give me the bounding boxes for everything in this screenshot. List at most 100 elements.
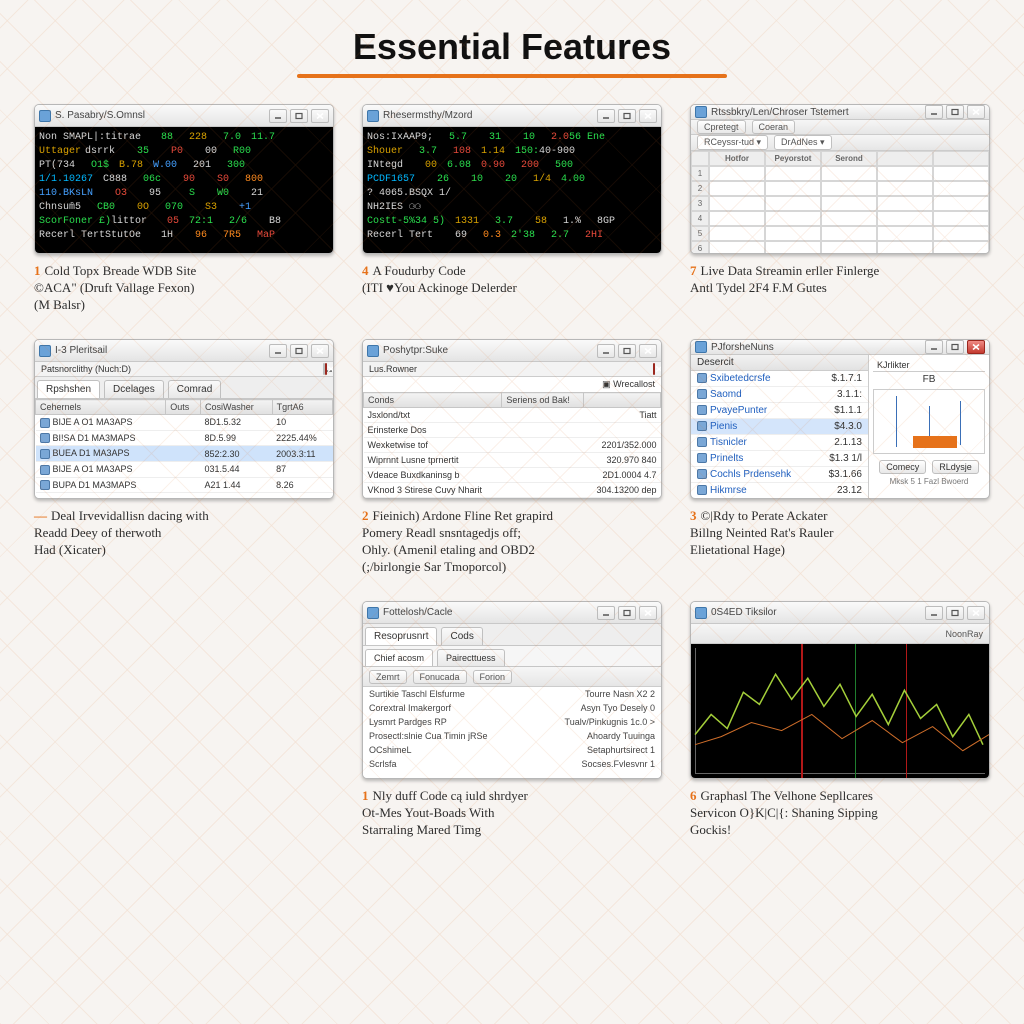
sheet-cell[interactable] [765, 241, 821, 254]
form-value[interactable]: Socses.Fvlesvnr 1 [581, 759, 655, 769]
form-value[interactable]: Asyn Tyo Desely 0 [581, 703, 655, 713]
list-item[interactable]: Pienis$4.3.0 [691, 419, 868, 435]
list-item[interactable]: PvayePunter$1.1.1 [691, 403, 868, 419]
table-header[interactable]: Outs [166, 400, 201, 415]
sheet-cell[interactable] [877, 166, 933, 181]
inner-tab[interactable]: Pairecttuess [437, 649, 505, 666]
sheet-cell[interactable] [765, 211, 821, 226]
sheet-cell[interactable] [933, 241, 989, 254]
tab-rpshshen[interactable]: Rpshshen [37, 380, 100, 398]
list-item[interactable]: Tisnicler2.1.13 [691, 435, 868, 451]
panel-button[interactable]: RLdysje [932, 460, 979, 474]
sheet-cell[interactable] [709, 241, 765, 254]
sheet-cell[interactable] [877, 181, 933, 196]
sheet-cell[interactable] [765, 166, 821, 181]
table-row[interactable]: Vdeace Buxdkaninsg b2D1.0004 4.7 [364, 468, 661, 483]
tab-comrad[interactable]: Comrad [168, 380, 222, 398]
sheet-cell[interactable] [765, 181, 821, 196]
list-item[interactable]: Sxibetedcrsfe$.1.7.1 [691, 371, 868, 387]
tab[interactable]: Cods [441, 627, 482, 645]
toolbar-input[interactable]: RCeyssr-tud ▾ [697, 135, 768, 150]
sheet-cell[interactable] [877, 211, 933, 226]
sheet-cell[interactable] [709, 211, 765, 226]
sub-close[interactable] [325, 363, 327, 375]
sheet-cell[interactable] [933, 181, 989, 196]
table-header[interactable]: CosiWasher [201, 400, 273, 415]
sheet-cell[interactable] [933, 196, 989, 211]
table-row[interactable]: BIJE A O1 MA3APS8D1.5.3210 [36, 415, 333, 431]
sheet-cell[interactable] [709, 181, 765, 196]
list-item[interactable]: Hikmrse23.12 [691, 483, 868, 499]
close-button[interactable] [967, 606, 985, 620]
maximize-button[interactable] [946, 340, 964, 354]
sheet-cell[interactable] [709, 226, 765, 241]
table-row[interactable]: Wexketwise tof2201/352.000 [364, 438, 661, 453]
maximize-button[interactable] [618, 344, 636, 358]
close-button[interactable] [311, 109, 329, 123]
list-item[interactable]: Cochls Prdensehk$3.1.66 [691, 467, 868, 483]
sheet-cell[interactable] [821, 241, 877, 254]
minimize-button[interactable] [597, 109, 615, 123]
table-header[interactable]: TgrtA6 [272, 400, 332, 415]
sheet-cell[interactable] [821, 196, 877, 211]
table-row[interactable]: BI!SA D1 MA3MAPS8D.5.992225.44% [36, 430, 333, 446]
toolbar-button[interactable]: Coeran [752, 120, 796, 134]
sheet-cell[interactable] [821, 181, 877, 196]
maximize-button[interactable] [290, 109, 308, 123]
minimize-button[interactable] [269, 109, 287, 123]
sub-close[interactable] [653, 363, 655, 375]
maximize-button[interactable] [946, 606, 964, 620]
panel-button[interactable]: Comecy [879, 460, 926, 474]
minimize-button[interactable] [597, 344, 615, 358]
close-button[interactable] [967, 340, 985, 354]
table-row[interactable]: BIJE A O1 MA3APS031.5.4487 [36, 461, 333, 477]
form-value[interactable]: Ahoardy Tuuinga [587, 731, 655, 741]
sheet-cell[interactable] [821, 166, 877, 181]
close-button[interactable] [639, 606, 657, 620]
sheet-cell[interactable] [877, 196, 933, 211]
close-button[interactable] [967, 105, 985, 119]
table-row[interactable]: Erinsterke Dos [364, 423, 661, 438]
sheet-cell[interactable] [933, 211, 989, 226]
pill[interactable]: ▣ Wrecallost [363, 377, 661, 392]
table-header[interactable]: Seriens od Bak! [502, 393, 584, 408]
table-row[interactable]: Jsxlond/txtTiatt [364, 408, 661, 423]
sheet-cell[interactable] [765, 226, 821, 241]
sheet-cell[interactable] [933, 226, 989, 241]
inner-tab[interactable]: Chief acosm [365, 649, 433, 666]
table-header[interactable] [584, 393, 661, 408]
minimize-button[interactable] [269, 344, 287, 358]
toolbar-button[interactable]: Zemrt [369, 670, 407, 684]
plot-area[interactable] [691, 644, 989, 778]
table-row[interactable]: BUEA D1 MA3APS852:2.302003.3:11 [36, 446, 333, 462]
close-button[interactable] [311, 344, 329, 358]
form-value[interactable]: Tualv/Pinkugnis 1c.0 > [565, 717, 655, 727]
maximize-button[interactable] [618, 109, 636, 123]
maximize-button[interactable] [618, 606, 636, 620]
sheet-cell[interactable] [877, 241, 933, 254]
close-button[interactable] [639, 109, 657, 123]
table-row[interactable]: BUPA D1 MA3MAPSA21 1.448.26 [36, 477, 333, 493]
form-value[interactable]: Tourre Nasn X2 2 [585, 689, 655, 699]
minimize-button[interactable] [925, 606, 943, 620]
toolbar-input[interactable]: DrAdNes ▾ [774, 135, 832, 150]
list-item[interactable]: Prinelts$1.3 1/l [691, 451, 868, 467]
sheet-cell[interactable] [821, 211, 877, 226]
minimize-button[interactable] [597, 606, 615, 620]
sheet-cell[interactable] [709, 166, 765, 181]
toolbar-button[interactable]: Fonucada [413, 670, 467, 684]
tab[interactable]: Resoprusnrt [365, 627, 437, 645]
tab-dcelages[interactable]: Dcelages [104, 380, 164, 398]
toolbar-button[interactable]: Forion [473, 670, 513, 684]
sheet-cell[interactable] [709, 196, 765, 211]
minimize-button[interactable] [925, 340, 943, 354]
sheet-cell[interactable] [877, 226, 933, 241]
toolbar-button[interactable]: Cpretegt [697, 120, 746, 134]
sheet-cell[interactable] [821, 226, 877, 241]
table-row[interactable]: Wiprnnt Lusne tprnertit320.970 840 [364, 453, 661, 468]
table-row[interactable]: VKnod 3 Stirese Cuvy Nharit304.13200 dep [364, 483, 661, 498]
close-button[interactable] [639, 344, 657, 358]
maximize-button[interactable] [946, 105, 964, 119]
list-item[interactable]: Saomd3.1.1: [691, 387, 868, 403]
form-value[interactable]: Setaphurtsirect 1 [587, 745, 655, 755]
